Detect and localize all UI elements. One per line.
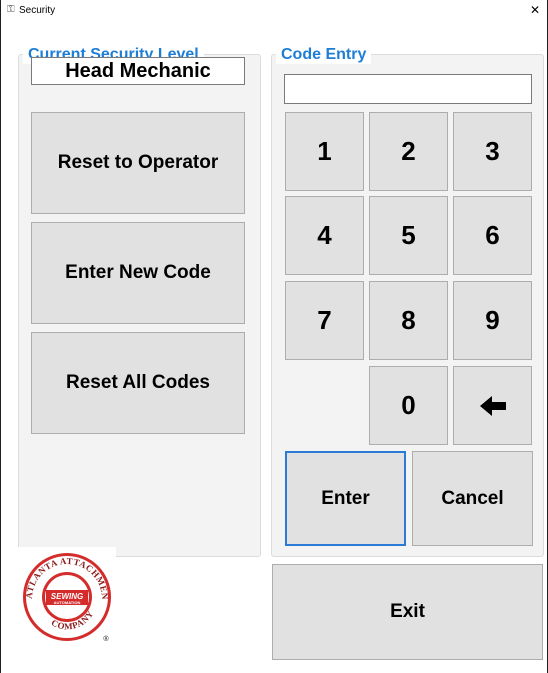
reset-to-operator-label: Reset to Operator: [57, 152, 219, 173]
enter-button[interactable]: Enter: [285, 451, 406, 546]
window-title: Security: [19, 5, 56, 16]
code-input[interactable]: [284, 74, 532, 104]
key-8[interactable]: 8: [369, 281, 448, 360]
reset-all-codes-label: Reset All Codes: [66, 372, 210, 393]
title-bar: ⚿ Security ✕: [1, 0, 547, 21]
left-arrow-icon: [479, 395, 506, 416]
key-2[interactable]: 2: [369, 112, 448, 191]
key-5[interactable]: 5: [369, 196, 448, 275]
company-logo: ATLANTA ATTACHMENT COMPANY SEWING AUTOMA…: [15, 539, 116, 646]
atlanta-attachment-logo: ATLANTA ATTACHMENT COMPANY SEWING AUTOMA…: [15, 539, 111, 643]
cancel-button[interactable]: Cancel: [412, 451, 533, 546]
enter-new-code-label: Enter New Code: [65, 262, 211, 283]
close-button[interactable]: ✕: [523, 0, 547, 21]
key-0[interactable]: 0: [369, 366, 448, 445]
logo-registered-mark: ®: [103, 635, 109, 643]
reset-to-operator-button[interactable]: Reset to Operator: [31, 112, 245, 214]
keys-icon: ⚿: [7, 4, 15, 15]
enter-new-code-button[interactable]: Enter New Code: [31, 222, 245, 324]
current-level-value: Head Mechanic: [31, 57, 245, 85]
enter-label: Enter: [321, 487, 370, 509]
exit-button[interactable]: Exit: [272, 564, 543, 660]
backspace-button[interactable]: [453, 366, 532, 445]
code-entry-heading: Code Entry: [276, 46, 372, 64]
cancel-label: Cancel: [441, 487, 504, 509]
key-6[interactable]: 6: [453, 196, 532, 275]
key-4[interactable]: 4: [285, 196, 364, 275]
key-9[interactable]: 9: [453, 281, 532, 360]
key-3[interactable]: 3: [453, 112, 532, 191]
key-1[interactable]: 1: [285, 112, 364, 191]
reset-all-codes-button[interactable]: Reset All Codes: [31, 332, 245, 434]
key-7[interactable]: 7: [285, 281, 364, 360]
logo-center-line2: AUTOMATION: [54, 600, 81, 605]
security-window: ⚿ Security ✕ Current Security Level Head…: [0, 0, 548, 673]
exit-label: Exit: [390, 601, 425, 622]
